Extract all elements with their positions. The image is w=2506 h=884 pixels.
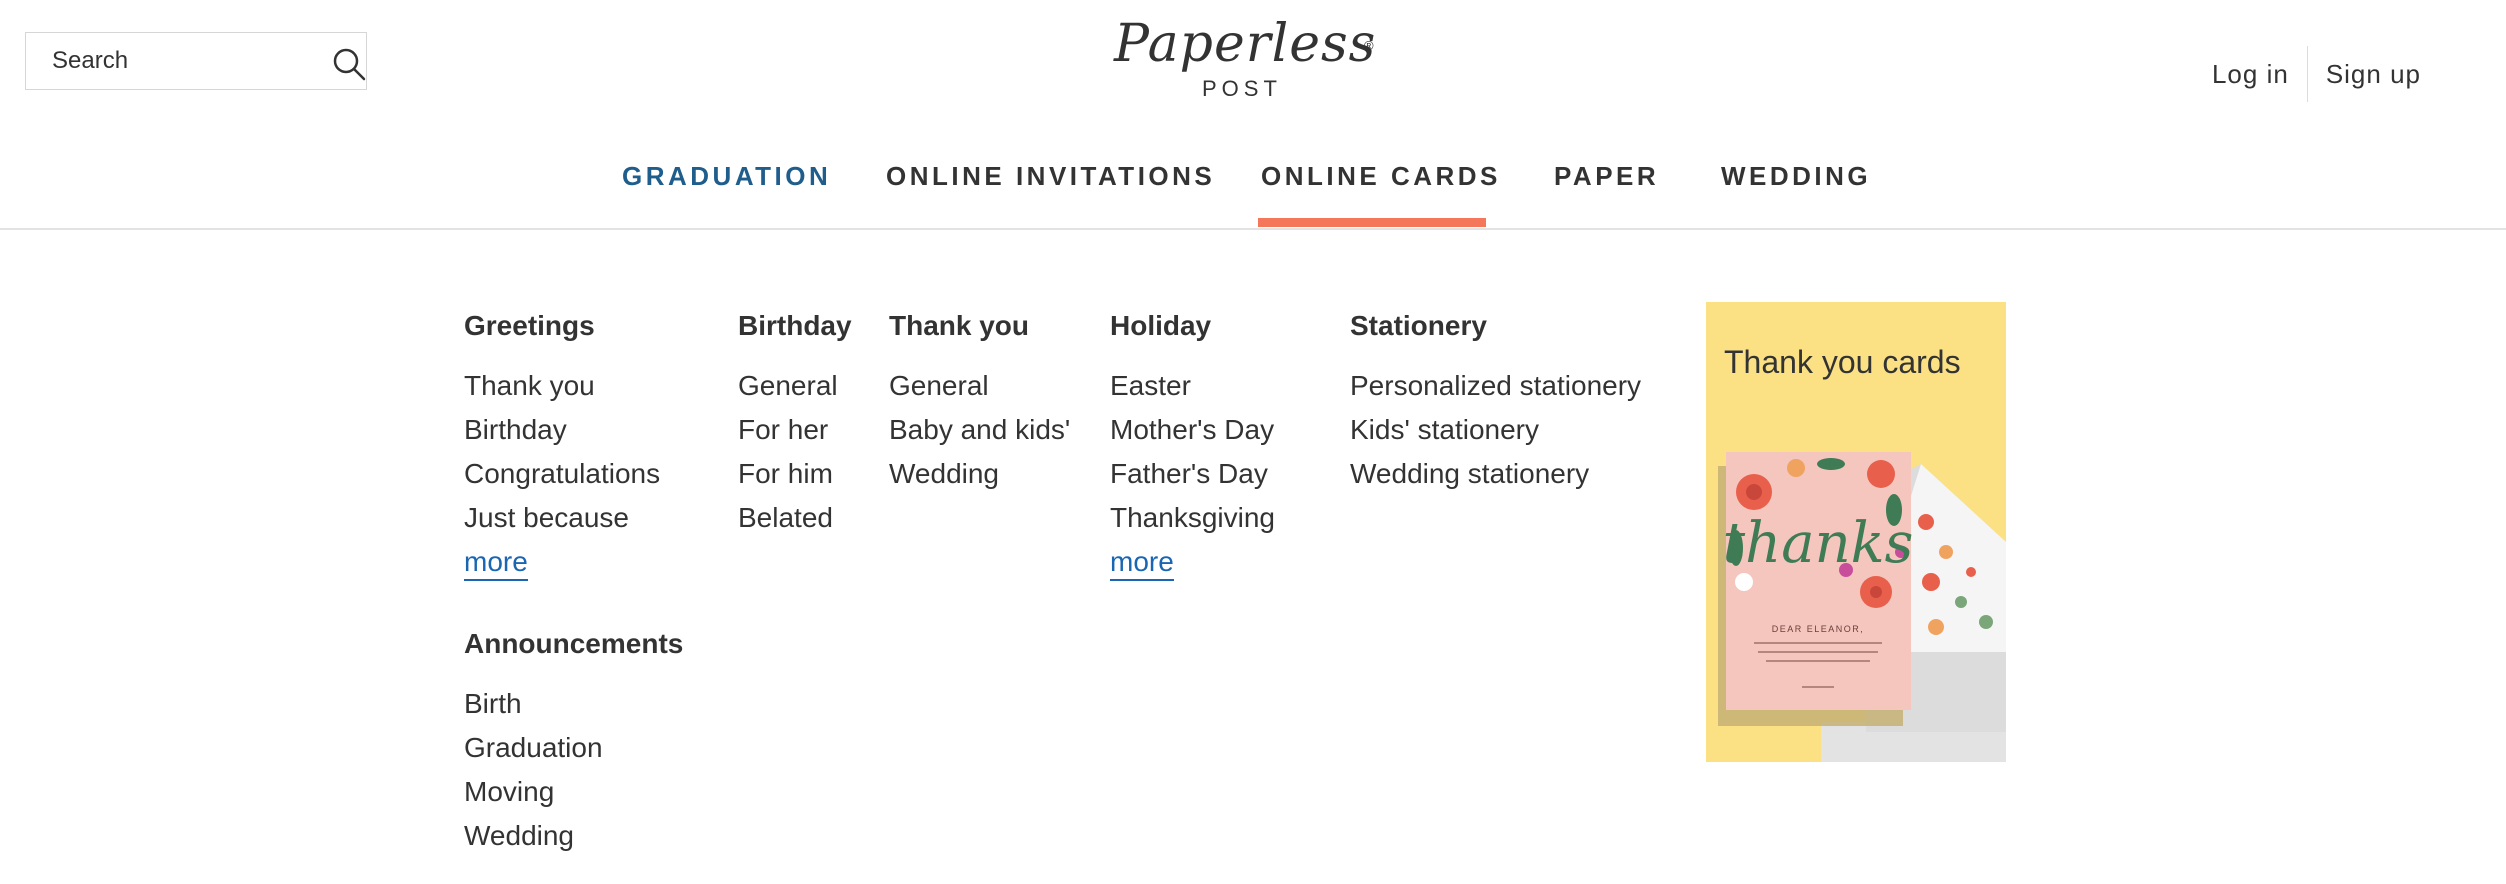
more-link-greetings: more [464,540,660,584]
menu-link[interactable]: Birth [464,682,683,726]
menu-col-thank-you: Thank you General Baby and kids' Wedding [889,306,1070,496]
logo-script: Paperless [1114,14,1377,74]
search-icon[interactable] [331,46,367,82]
promo-thank-you-cards[interactable]: Thank you cards thanks DEAR ELEANOR, [1706,302,2006,762]
menu-link[interactable]: Congratulations [464,452,660,496]
menu-link[interactable]: Graduation [464,726,683,770]
promo-title: Thank you cards [1724,344,1961,380]
more-link[interactable]: more [464,546,528,581]
header-divider [0,228,2506,230]
menu-link[interactable]: Wedding stationery [1350,452,1641,496]
menu-link[interactable]: Mother's Day [1110,408,1275,452]
menu-heading-stationery: Stationery [1350,310,1487,341]
thank-you-card-image: thanks DEAR ELEANOR, [1718,452,2006,762]
card-greeting: DEAR ELEANOR, [1772,624,1865,634]
card-script: thanks [1723,511,1914,576]
menu-link[interactable]: Kids' stationery [1350,408,1641,452]
main-nav: GRADUATION ONLINE INVITATIONS ONLINE CAR… [0,160,2506,230]
menu-link[interactable]: Wedding [889,452,1070,496]
menu-col-announcements: Announcements Birth Graduation Moving We… [464,624,683,858]
menu-link[interactable]: Birthday [464,408,660,452]
nav-online-invitations[interactable]: ONLINE INVITATIONS [886,160,1215,228]
search-input[interactable] [52,33,312,89]
menu-link[interactable]: For her [738,408,852,452]
logo-registered-mark: ® [1364,38,1374,53]
menu-col-greetings: Greetings Thank you Birthday Congratulat… [464,306,660,584]
menu-heading-announcements: Announcements [464,628,684,659]
menu-link[interactable]: Thanksgiving [1110,496,1275,540]
logo-subtitle: POST [1202,76,1282,101]
menu-link[interactable]: Easter [1110,364,1275,408]
menu-heading-thank-you: Thank you [889,310,1030,341]
menu-heading-birthday: Birthday [738,310,852,341]
menu-heading-greetings: Greetings [464,310,595,341]
menu-link[interactable]: Father's Day [1110,452,1275,496]
nav-wedding[interactable]: WEDDING [1721,160,1871,228]
nav-graduation[interactable]: GRADUATION [622,160,831,228]
menu-col-holiday: Holiday Easter Mother's Day Father's Day… [1110,306,1275,584]
more-link[interactable]: more [1110,546,1174,581]
menu-link[interactable]: Belated [738,496,852,540]
more-link-holiday: more [1110,540,1275,584]
menu-link[interactable]: Just because [464,496,660,540]
nav-paper[interactable]: PAPER [1554,160,1659,228]
active-tab-indicator [1258,218,1486,227]
login-link[interactable]: Log in [2212,46,2308,102]
menu-col-birthday: Birthday General For her For him Belated [738,306,852,540]
menu-link[interactable]: Baby and kids' [889,408,1070,452]
auth-links: Log in Sign up [2212,46,2421,102]
search-box[interactable] [25,32,367,90]
menu-heading-holiday: Holiday [1110,310,1212,341]
menu-link[interactable]: For him [738,452,852,496]
signup-link[interactable]: Sign up [2308,46,2421,102]
menu-link[interactable]: Personalized stationery [1350,364,1641,408]
menu-link[interactable]: Wedding [464,814,683,858]
menu-link[interactable]: General [889,364,1070,408]
menu-link[interactable]: Moving [464,770,683,814]
menu-link[interactable]: General [738,364,852,408]
menu-link[interactable]: Thank you [464,364,660,408]
paperless-post-logo[interactable]: Paperless ® POST [1110,14,1380,104]
menu-col-stationery: Stationery Personalized stationery Kids'… [1350,306,1641,496]
